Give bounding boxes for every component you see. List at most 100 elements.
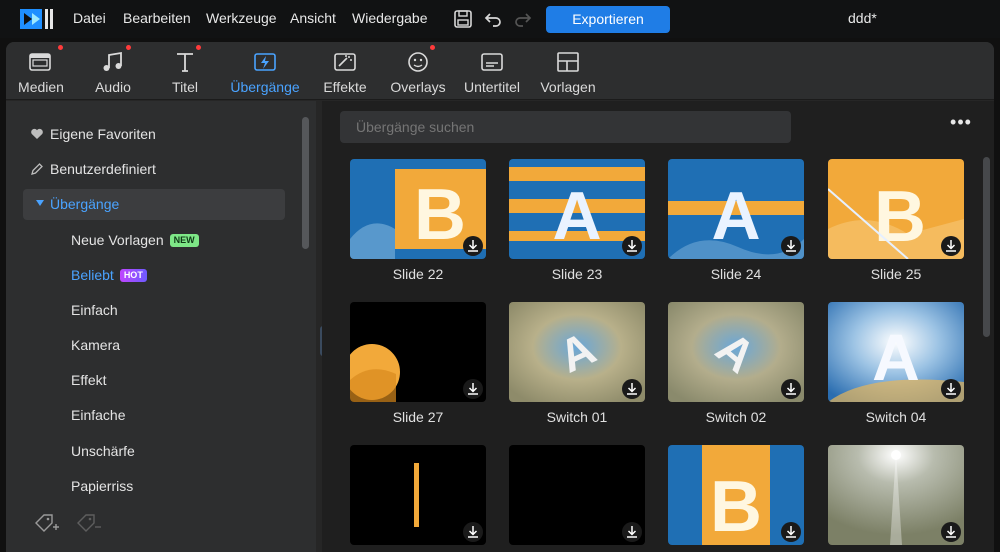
template-icon	[557, 52, 579, 72]
transition-thumbnail[interactable]: A	[828, 302, 964, 402]
new-badge: NEW	[169, 234, 199, 247]
tab-vorlagen[interactable]: Vorlagen	[538, 42, 598, 100]
transition-name: Slide 22	[392, 266, 444, 282]
transition-thumbnail[interactable]	[350, 302, 486, 402]
main-panel: Medien Audio Titel Übergänge Effekte Ove…	[6, 42, 994, 552]
sidebar-subitem-einfache[interactable]: Einfache	[71, 407, 125, 423]
transition-name: Switch 04	[865, 409, 927, 425]
sidebar-subitem-neue-vorlagen[interactable]: Neue Vorlagen NEW	[71, 232, 199, 248]
transition-thumbnail[interactable]: A	[509, 302, 645, 402]
project-title: ddd*	[848, 10, 877, 26]
transition-card[interactable]: A Switch 02	[668, 302, 804, 425]
sidebar-item-favorites[interactable]: Eigene Favoriten	[50, 126, 156, 142]
transition-card[interactable]: Slide 27	[350, 302, 486, 425]
menu-bar: Datei Bearbeiten Werkzeuge Ansicht Wiede…	[0, 0, 1000, 38]
sidebar-item-custom[interactable]: Benutzerdefiniert	[50, 161, 156, 177]
tab-label: Audio	[95, 79, 131, 95]
download-icon[interactable]	[941, 236, 961, 256]
transition-thumbnail[interactable]: A	[668, 159, 804, 259]
sidebar-subitem-einfach[interactable]: Einfach	[71, 302, 118, 318]
transition-thumbnail[interactable]: A	[668, 302, 804, 402]
tab-titel[interactable]: Titel	[158, 42, 212, 100]
redo-icon[interactable]	[513, 9, 533, 29]
transition-name: Slide 27	[392, 409, 444, 425]
sidebar-subitem-kamera[interactable]: Kamera	[71, 337, 120, 353]
tab-overlays[interactable]: Overlays	[386, 42, 450, 100]
export-button[interactable]: Exportieren	[546, 6, 670, 33]
heart-icon	[31, 128, 43, 139]
sidebar-scrollbar[interactable]	[302, 117, 309, 249]
pencil-icon	[31, 163, 43, 175]
transition-card[interactable]: B Slide 22	[350, 159, 486, 282]
add-tag-icon[interactable]	[34, 512, 60, 534]
download-icon[interactable]	[622, 522, 642, 542]
transition-thumbnail[interactable]	[509, 445, 645, 545]
sidebar-subitem-papierriss[interactable]: Papierriss	[71, 478, 133, 494]
transition-card[interactable]: A Switch 01	[509, 302, 645, 425]
tab-label: Vorlagen	[540, 79, 596, 95]
download-icon[interactable]	[781, 522, 801, 542]
transition-card[interactable]: A Slide 23	[509, 159, 645, 282]
effects-icon	[334, 53, 356, 71]
tab-audio[interactable]: Audio	[86, 42, 140, 100]
download-icon[interactable]	[463, 236, 483, 256]
app-logo-icon	[20, 9, 53, 29]
transition-card[interactable]	[350, 445, 486, 545]
download-icon[interactable]	[781, 236, 801, 256]
transition-name: Slide 24	[710, 266, 762, 282]
search-input[interactable]	[340, 111, 791, 143]
save-icon[interactable]	[453, 9, 473, 29]
transition-name: Slide 25	[870, 266, 922, 282]
caret-down-icon	[36, 200, 44, 206]
sidebar-subitem-unschaerfe[interactable]: Unschärfe	[71, 443, 135, 459]
transition-thumbnail[interactable]: B	[668, 445, 804, 545]
tab-effekte[interactable]: Effekte	[318, 42, 372, 100]
transition-card[interactable]: B	[668, 445, 804, 545]
transition-card[interactable]: B Slide 25	[828, 159, 964, 282]
menu-wiedergabe[interactable]: Wiedergabe	[352, 10, 428, 26]
transition-thumbnail[interactable]: B	[350, 159, 486, 259]
transition-thumbnail[interactable]	[828, 445, 964, 545]
overlay-icon	[408, 52, 428, 72]
hot-badge: HOT	[119, 269, 147, 282]
media-icon	[29, 53, 51, 71]
svg-text:A: A	[552, 178, 601, 254]
transition-name: Switch 02	[705, 409, 767, 425]
transition-thumbnail[interactable]	[350, 445, 486, 545]
tab-label: Overlays	[390, 79, 446, 95]
transition-thumbnail[interactable]: B	[828, 159, 964, 259]
download-icon[interactable]	[781, 379, 801, 399]
library-scrollbar[interactable]	[983, 157, 990, 337]
download-icon[interactable]	[622, 236, 642, 256]
tab-label: Untertitel	[463, 79, 521, 95]
menu-ansicht[interactable]: Ansicht	[290, 10, 336, 26]
remove-tag-icon[interactable]	[76, 512, 102, 534]
tab-untertitel[interactable]: Untertitel	[462, 42, 522, 100]
menu-werkzeuge[interactable]: Werkzeuge	[206, 10, 277, 26]
download-icon[interactable]	[941, 522, 961, 542]
more-options-icon[interactable]: •••	[950, 113, 972, 137]
transition-card[interactable]: A Slide 24	[668, 159, 804, 282]
undo-icon[interactable]	[483, 9, 503, 29]
tab-label: Effekte	[323, 79, 367, 95]
menu-datei[interactable]: Datei	[73, 10, 106, 26]
sidebar-item-transitions[interactable]: Übergänge	[50, 196, 119, 212]
tab-label: Übergänge	[230, 79, 300, 95]
download-icon[interactable]	[622, 379, 642, 399]
menu-bearbeiten[interactable]: Bearbeiten	[123, 10, 191, 26]
tab-label: Medien	[18, 79, 64, 95]
transition-card[interactable]	[509, 445, 645, 545]
transition-thumbnail[interactable]: A	[509, 159, 645, 259]
transition-name: Slide 23	[551, 266, 603, 282]
download-icon[interactable]	[463, 379, 483, 399]
library-tabs: Medien Audio Titel Übergänge Effekte Ove…	[6, 42, 994, 100]
download-icon[interactable]	[463, 522, 483, 542]
sidebar-subitem-beliebt[interactable]: Beliebt HOT	[71, 267, 147, 283]
download-icon[interactable]	[941, 379, 961, 399]
transition-card[interactable]	[828, 445, 964, 545]
transition-card[interactable]: A Switch 04	[828, 302, 964, 425]
transitions-library: ••• B Slide 22	[322, 101, 994, 552]
tab-medien[interactable]: Medien	[12, 42, 70, 100]
tab-uebergaenge[interactable]: Übergänge	[228, 42, 302, 100]
sidebar-subitem-effekt[interactable]: Effekt	[71, 372, 107, 388]
